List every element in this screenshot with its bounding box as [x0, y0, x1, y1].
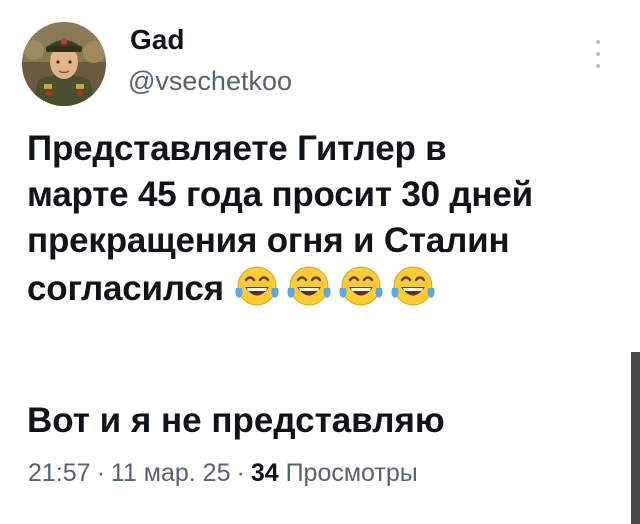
- face-with-tears-of-joy-icon: [336, 264, 386, 308]
- tweet-line: марте 45 года просит 30 дней: [27, 175, 533, 214]
- tweet-meta: 21:57 · 11 мар. 25 · 34 Просмотры: [28, 458, 418, 488]
- emoji-row: [232, 264, 438, 308]
- tweet-line: Представляете Гитлер в: [27, 129, 447, 168]
- more-dot: [596, 64, 600, 68]
- tweet-line: прекращения огня и Сталин: [27, 221, 510, 260]
- tweet-time[interactable]: 21:57: [28, 459, 91, 487]
- meta-separator: ·: [236, 459, 245, 487]
- tweet-line-with-emoji: согласился: [27, 264, 627, 312]
- tweet-date[interactable]: 11 мар. 25: [111, 459, 231, 487]
- tweet-second-paragraph: Вот и я не представляю: [27, 401, 445, 440]
- more-options-icon[interactable]: [586, 36, 610, 72]
- more-dot: [596, 40, 600, 44]
- face-with-tears-of-joy-icon: [284, 264, 334, 308]
- tweet-text: Представляете Гитлер в марте 45 года про…: [27, 126, 627, 312]
- scrollbar[interactable]: [631, 352, 640, 524]
- avatar[interactable]: [22, 22, 106, 106]
- views-label[interactable]: Просмотры: [286, 459, 418, 487]
- face-with-tears-of-joy-icon: [232, 264, 282, 308]
- author-handle[interactable]: @vsechetkoo: [128, 66, 292, 96]
- avatar-portrait-icon: [22, 22, 106, 106]
- tweet-line: согласился: [27, 269, 224, 308]
- face-with-tears-of-joy-icon: [388, 264, 438, 308]
- author-name[interactable]: Gad: [130, 24, 184, 56]
- meta-separator: ·: [96, 459, 105, 487]
- more-dot: [596, 52, 600, 56]
- views-count[interactable]: 34: [251, 459, 279, 487]
